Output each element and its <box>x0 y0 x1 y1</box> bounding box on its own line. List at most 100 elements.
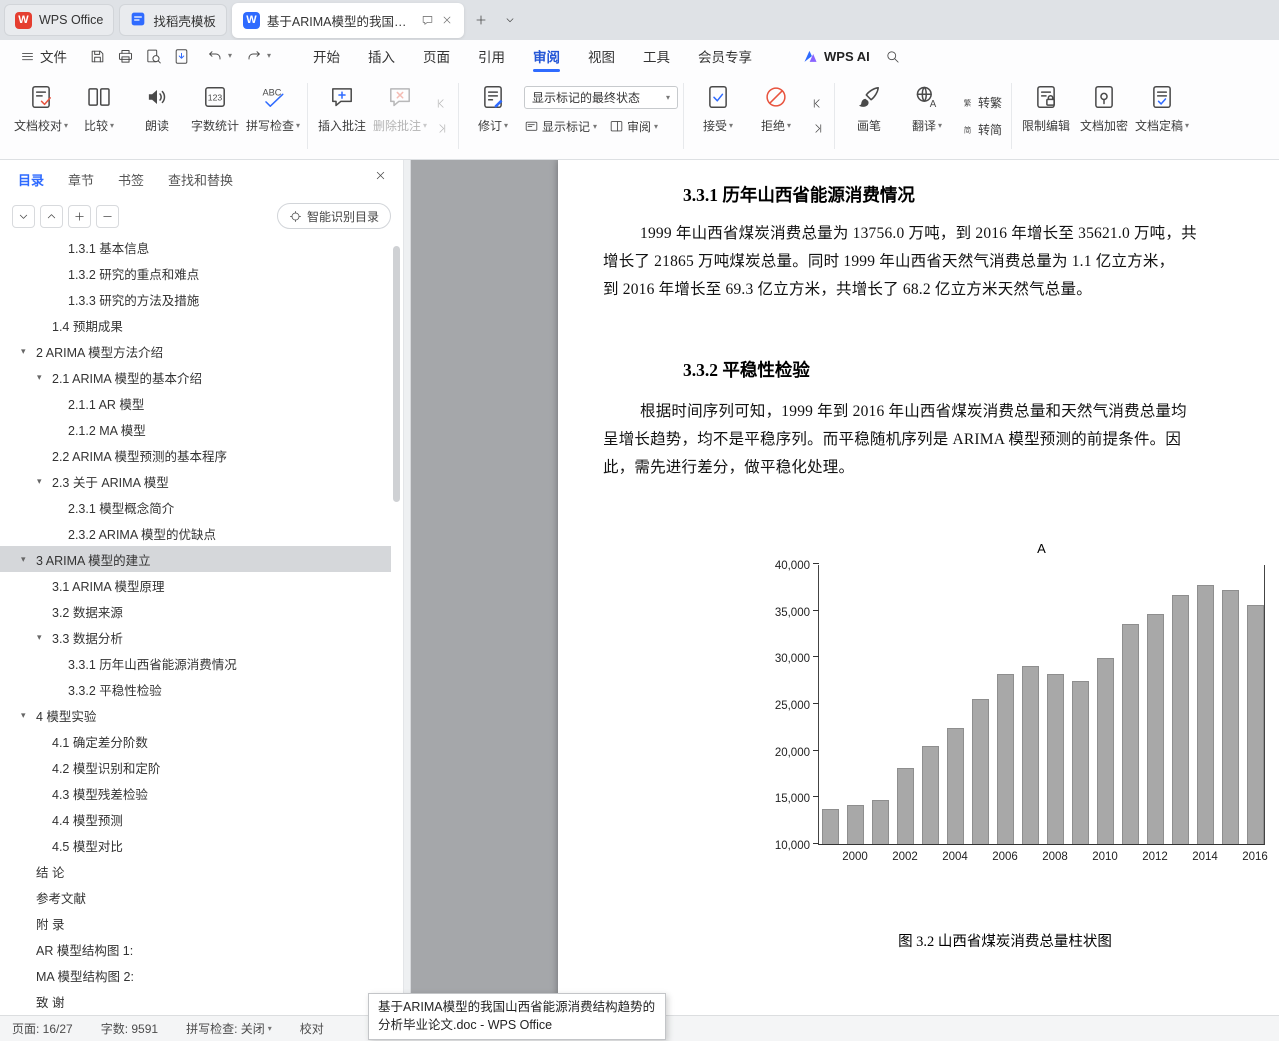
toc-expand-button[interactable] <box>40 204 63 228</box>
close-sidebar-button[interactable] <box>374 169 387 182</box>
toc-collapse-all-button[interactable] <box>96 204 119 228</box>
toc-item[interactable]: 结 论 <box>0 858 391 884</box>
toc-item[interactable]: 4.4 模型预测 <box>0 806 391 832</box>
sidebar-tab-chapters[interactable]: 章节 <box>68 170 94 189</box>
smart-toc-button[interactable]: 智能识别目录 <box>276 203 391 229</box>
toc-item[interactable]: ▾ 2.1 ARIMA 模型的基本介绍 <box>0 364 391 390</box>
toc-item[interactable]: 3.3.1 历年山西省能源消费情况 <box>0 650 391 676</box>
markup-state-combobox[interactable]: 显示标记的最终状态 ▾ <box>524 86 678 109</box>
menu-tools[interactable]: 工具 <box>629 40 684 72</box>
toc-expand-all-button[interactable] <box>68 204 91 228</box>
menu-review[interactable]: 审阅 <box>519 40 574 72</box>
proofread-button[interactable]: 校对 <box>300 1020 324 1037</box>
translate-button[interactable]: A 翻译 ▾ <box>898 77 956 155</box>
tab-template-store[interactable]: 找稻壳模板 <box>119 4 227 36</box>
bar-2013 <box>1171 594 1189 844</box>
toc-item[interactable]: ▾ 3.3 数据分析 <box>0 624 391 650</box>
toc-item[interactable]: MA 模型结构图 2: <box>0 962 391 988</box>
redo-button[interactable] <box>242 44 266 68</box>
close-tab-icon[interactable] <box>441 14 453 26</box>
toc-item[interactable]: ▾ 2 ARIMA 模型方法介绍 <box>0 338 391 364</box>
navigation-sidebar: 目录 章节 书签 查找和替换 智能识别目录 1.3.1 基本信息 1.3.2 研究的重点… <box>0 160 403 1015</box>
toc-item[interactable]: 2.3.1 模型概念简介 <box>0 494 391 520</box>
bar-2010 <box>1096 658 1114 844</box>
wps-ai-button[interactable]: WPS AI <box>802 48 870 65</box>
sidebar-scrollbar[interactable] <box>393 246 400 502</box>
to-simplified-button[interactable]: 简转简 <box>960 121 1002 138</box>
sidebar-tab-find-replace[interactable]: 查找和替换 <box>168 170 233 189</box>
toc-collapse-button[interactable] <box>12 204 35 228</box>
toc-item[interactable]: 4.1 确定差分阶数 <box>0 728 391 754</box>
menu-membership[interactable]: 会员专享 <box>684 40 766 72</box>
sidebar-resize-handle[interactable] <box>403 160 411 1015</box>
toc-item[interactable]: 附 录 <box>0 910 391 936</box>
document-page[interactable]: 3.3.1 历年山西省能源消费情况 1999 年山西省煤炭消费总量为 13756… <box>558 160 1279 1015</box>
toc-item[interactable]: 致 谢 <box>0 988 391 1014</box>
insert-comment-button[interactable]: 插入批注 <box>313 77 371 155</box>
sidebar-tab-bookmarks[interactable]: 书签 <box>118 170 144 189</box>
doc-check-icon <box>28 84 54 110</box>
accept-changes-button[interactable]: 接受 ▾ <box>689 77 747 155</box>
print-preview-button[interactable] <box>141 44 165 68</box>
file-menu-button[interactable]: 文件 <box>12 43 75 69</box>
delete-comment-button[interactable]: 删除批注 ▾ <box>371 77 429 155</box>
show-markup-button[interactable]: 显示标记 ▾ <box>524 118 597 135</box>
new-tab-button[interactable] <box>469 8 493 32</box>
comment-bubble-icon[interactable] <box>421 14 434 27</box>
toc-item[interactable]: 1.3.1 基本信息 <box>0 240 391 260</box>
change-nav-previous-button[interactable] <box>808 96 826 112</box>
save-button[interactable] <box>85 44 109 68</box>
word-count-button[interactable]: 123 字数统计 <box>186 77 244 155</box>
tab-list-button[interactable] <box>498 8 522 32</box>
toc-item[interactable]: 4.3 模型残差检验 <box>0 780 391 806</box>
toc-item[interactable]: 1.3.2 研究的重点和难点 <box>0 260 391 286</box>
menu-home[interactable]: 开始 <box>299 40 354 72</box>
wps-office-home-tab[interactable]: W WPS Office <box>4 4 115 36</box>
review-pane-button[interactable]: 审阅 ▾ <box>609 118 658 135</box>
toc-item[interactable]: 4.2 模型识别和定阶 <box>0 754 391 780</box>
to-traditional-button[interactable]: 繁转繁 <box>960 94 1002 111</box>
toc-item-label: 4.2 模型识别和定阶 <box>52 761 161 776</box>
read-aloud-button[interactable]: 朗读 <box>128 77 186 155</box>
toc-item[interactable]: 参考文献 <box>0 884 391 910</box>
comment-nav-previous-button[interactable] <box>432 96 450 112</box>
toc-item[interactable]: ▾ 3 ARIMA 模型的建立 <box>0 546 391 572</box>
toc-item[interactable]: 3.2 数据来源 <box>0 598 391 624</box>
restrict-editing-button[interactable]: 限制编辑 <box>1017 77 1075 155</box>
ink-brush-button[interactable]: 画笔 <box>840 77 898 155</box>
tab-arima-doc[interactable]: W 基于ARIMA模型的我国山西省... <box>231 2 464 38</box>
toc-item[interactable]: 3.3.2 平稳性检验 <box>0 676 391 702</box>
doc-proofing-button[interactable]: 文档校对 ▾ <box>12 77 70 155</box>
toc-item[interactable]: ▾ 4 模型实验 <box>0 702 391 728</box>
toc-item[interactable]: 4.5 模型对比 <box>0 832 391 858</box>
comment-nav-next-button[interactable] <box>432 121 450 137</box>
sidebar-tab-toc[interactable]: 目录 <box>18 170 44 189</box>
spell-check-button[interactable]: ABC 拼写检查 ▾ <box>244 77 302 155</box>
change-nav-next-button[interactable] <box>808 121 826 137</box>
reject-changes-button[interactable]: 拒绝 ▾ <box>747 77 805 155</box>
track-changes-button[interactable]: 修订 ▾ <box>464 77 522 155</box>
toc-item-label: AR 模型结构图 1: <box>36 943 134 958</box>
encrypt-document-button[interactable]: 文档加密 <box>1075 77 1133 155</box>
toc-item[interactable]: 2.1.1 AR 模型 <box>0 390 391 416</box>
export-pdf-button[interactable] <box>169 44 193 68</box>
compare-button[interactable]: 比较 ▾ <box>70 77 128 155</box>
print-button[interactable] <box>113 44 137 68</box>
menu-insert[interactable]: 插入 <box>354 40 409 72</box>
spellcheck-toggle[interactable]: 拼写检查: 关闭 ▾ <box>186 1020 272 1037</box>
toc-item[interactable]: 2.3.2 ARIMA 模型的优缺点 <box>0 520 391 546</box>
menu-reference[interactable]: 引用 <box>464 40 519 72</box>
toc-item[interactable]: ▾ 2.3 关于 ARIMA 模型 <box>0 468 391 494</box>
search-button[interactable] <box>880 43 906 69</box>
toc-item[interactable]: AR 模型结构图 1: <box>0 936 391 962</box>
toc-item[interactable]: 2.1.2 MA 模型 <box>0 416 391 442</box>
compare-label: 比较 ▾ <box>83 119 115 133</box>
finalize-document-button[interactable]: 文档定稿 ▾ <box>1133 77 1191 155</box>
toc-item[interactable]: 1.4 预期成果 <box>0 312 391 338</box>
toc-item[interactable]: 1.3.3 研究的方法及措施 <box>0 286 391 312</box>
menu-view[interactable]: 视图 <box>574 40 629 72</box>
toc-item[interactable]: 2.2 ARIMA 模型预测的基本程序 <box>0 442 391 468</box>
menu-page[interactable]: 页面 <box>409 40 464 72</box>
toc-item[interactable]: 3.1 ARIMA 模型原理 <box>0 572 391 598</box>
undo-button[interactable] <box>203 44 227 68</box>
